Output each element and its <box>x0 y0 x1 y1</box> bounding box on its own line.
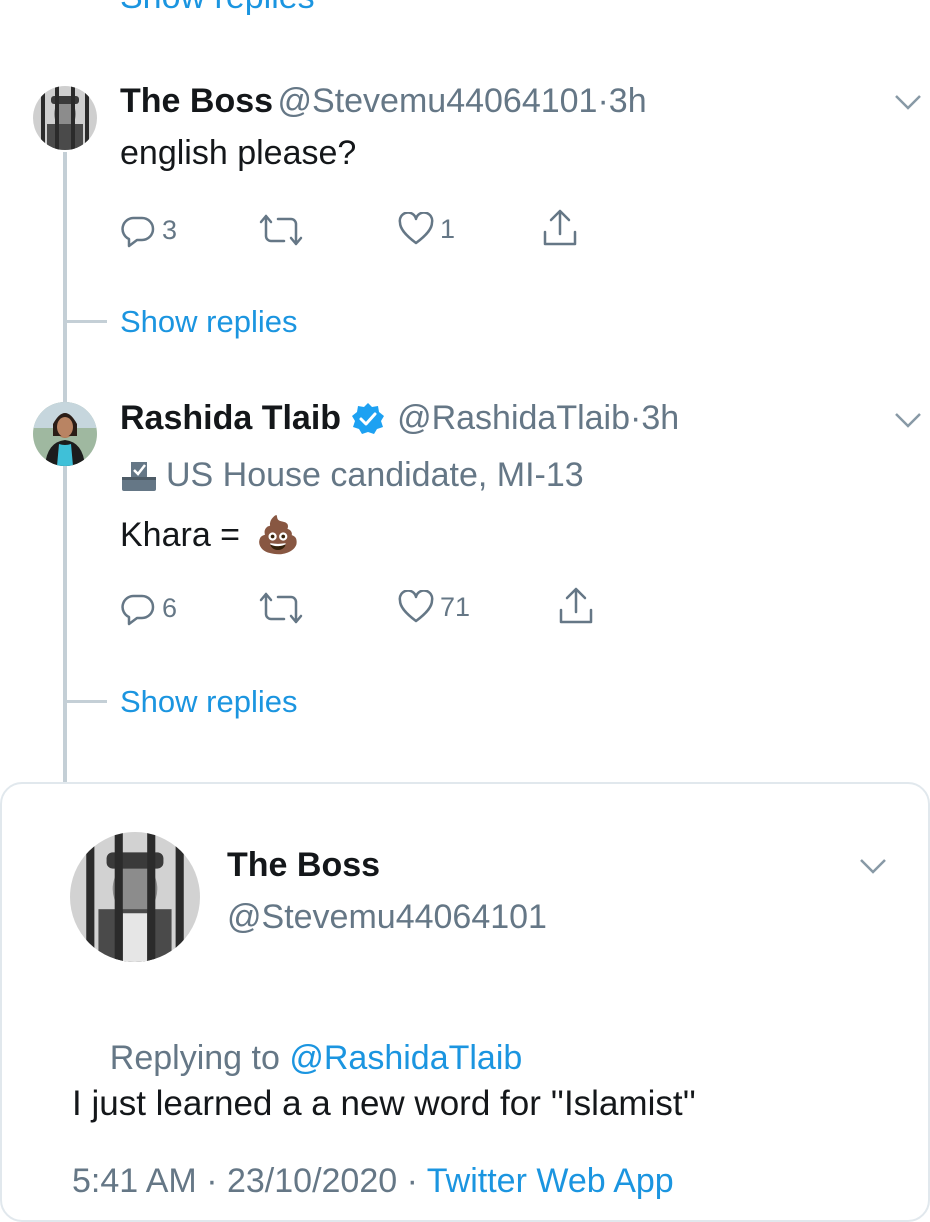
share-button[interactable] <box>540 208 580 248</box>
avatar[interactable] <box>33 86 97 150</box>
label-text: US House candidate, MI-13 <box>166 456 584 494</box>
reply-count: 6 <box>162 592 178 623</box>
reply-icon <box>121 594 155 626</box>
verified-badge-icon <box>352 402 385 434</box>
chevron-down-icon[interactable] <box>858 856 888 876</box>
chevron-down-icon[interactable] <box>893 410 923 430</box>
source-link[interactable]: Twitter Web App <box>427 1162 674 1200</box>
account-label: US House candidate, MI-13 <box>120 456 584 495</box>
user-handle[interactable]: @Stevemu44064101 <box>278 82 598 120</box>
separator: · <box>597 82 609 120</box>
show-replies-link[interactable]: Show replies <box>120 304 297 340</box>
user-handle[interactable]: @Stevemu44064101 <box>227 898 547 937</box>
show-replies-link[interactable]: Show replies <box>120 684 297 720</box>
separator: · <box>206 1162 218 1200</box>
user-handle[interactable]: @RashidaTlaib <box>397 399 630 438</box>
share-icon <box>543 209 577 246</box>
timestamp[interactable]: 3h <box>641 399 679 438</box>
tweet-date[interactable]: 23/10/2020 <box>227 1162 397 1200</box>
share-icon <box>559 587 593 624</box>
display-name[interactable]: The Boss <box>227 846 380 885</box>
heart-icon <box>398 212 434 245</box>
timestamp[interactable]: 3h <box>609 82 647 120</box>
replying-to-label: Replying to <box>109 1039 290 1077</box>
heart-icon <box>398 590 434 623</box>
display-name[interactable]: Rashida Tlaib <box>120 399 341 438</box>
tweet-meta: 5:41 AM · 23/10/2020 · Twitter Web App <box>72 1162 674 1201</box>
retweet-icon <box>259 592 303 624</box>
reply-button[interactable]: 6 <box>120 590 177 626</box>
tweet-detail-card: The Boss @Stevemu44064101 Replying to @R… <box>0 782 930 1222</box>
jail-bars-avatar-icon <box>33 86 97 150</box>
ballot-box-icon <box>122 461 156 491</box>
profile-photo-icon <box>33 402 97 466</box>
chevron-down-icon[interactable] <box>893 92 923 112</box>
tweet-text: I just learned a a new word for ''Islami… <box>72 1084 696 1123</box>
avatar[interactable] <box>33 402 97 466</box>
like-count: 71 <box>440 591 471 622</box>
retweet-button[interactable] <box>258 212 304 248</box>
retweet-icon <box>259 214 303 246</box>
tweet-header: The Boss @Stevemu44064101·3h <box>120 82 647 121</box>
poop-emoji: 💩 <box>255 514 301 555</box>
retweet-button[interactable] <box>258 590 304 626</box>
reply-count: 3 <box>162 214 178 245</box>
like-button[interactable]: 1 <box>398 212 455 246</box>
tweet-text: Khara = 💩 <box>120 514 300 556</box>
display-name[interactable]: The Boss <box>120 82 273 120</box>
tweet-text-content: Khara = <box>120 515 250 554</box>
tweet-text: english please? <box>120 134 357 172</box>
share-button[interactable] <box>556 586 596 626</box>
tweet-header: Rashida Tlaib @RashidaTlaib · 3h <box>120 399 679 438</box>
like-count: 1 <box>440 213 456 244</box>
thread-line <box>63 152 67 782</box>
show-replies-link-top[interactable]: Show replies <box>120 0 315 17</box>
reply-button[interactable]: 3 <box>120 212 177 248</box>
reply-icon <box>121 216 155 248</box>
replying-to-handle[interactable]: @RashidaTlaib <box>289 1039 522 1077</box>
tweet-time[interactable]: 5:41 AM <box>72 1162 197 1200</box>
avatar[interactable] <box>70 832 200 962</box>
thread-branch-2 <box>67 700 107 703</box>
thread-branch-1 <box>67 320 107 323</box>
like-button[interactable]: 71 <box>398 590 470 624</box>
jail-bars-avatar-icon <box>70 832 200 962</box>
separator: · <box>406 1162 418 1200</box>
separator: · <box>630 399 642 437</box>
